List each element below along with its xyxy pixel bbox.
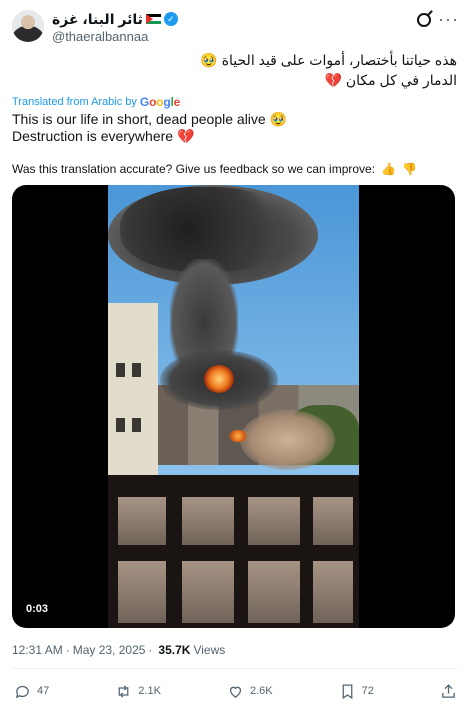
window-pane	[313, 561, 353, 623]
views-label: Views	[193, 643, 226, 657]
share-button[interactable]	[440, 683, 457, 700]
bookmark-button[interactable]: 72	[339, 683, 374, 700]
repost-icon	[118, 684, 129, 698]
fire-burst	[204, 365, 234, 393]
window-pane	[248, 561, 300, 623]
thumbs-up-icon[interactable]: 👍	[381, 162, 396, 176]
repost-count: 2.1K	[138, 685, 161, 697]
original-text-line-2: الدمار في كل مكان 💔	[324, 72, 457, 88]
tweet-translation: This is our life in short, dead people a…	[12, 111, 287, 145]
author-handle[interactable]: @thaeralbannaa	[52, 29, 178, 44]
fire-burst-small	[228, 430, 248, 442]
like-button[interactable]: 2.6K	[227, 683, 273, 700]
window-frame	[108, 475, 359, 628]
window	[116, 363, 125, 377]
grok-icon[interactable]	[417, 13, 431, 27]
post-time[interactable]: 12:31 AM	[12, 643, 63, 657]
video-time-badge: 0:03	[20, 601, 55, 617]
video-player[interactable]: 0:03	[12, 185, 455, 628]
translated-from-link[interactable]: Translated from Arabic by Google	[12, 95, 180, 109]
window	[132, 363, 141, 377]
dust-cloud	[240, 410, 335, 470]
thumbs-down-icon[interactable]: 👎	[402, 162, 417, 176]
reply-button[interactable]: 47	[14, 683, 49, 700]
window-pane	[118, 497, 166, 545]
bookmark-icon	[342, 683, 353, 699]
window-pane	[118, 561, 166, 623]
window-pane	[248, 497, 300, 545]
heart-icon	[229, 686, 242, 698]
palestine-flag-icon	[145, 14, 161, 24]
translation-line-2: Destruction is everywhere 💔	[12, 128, 195, 144]
window	[116, 418, 125, 432]
feedback-prompt: Was this translation accurate? Give us f…	[12, 162, 376, 176]
bookmark-count: 72	[361, 685, 374, 697]
verified-badge-icon[interactable]: ✓	[163, 12, 178, 26]
google-logo: Google	[139, 95, 181, 109]
original-text-line-1: هذه حياتنا بأختصار، أموات على قيد الحياة…	[200, 52, 457, 68]
reply-icon	[15, 685, 29, 698]
meta-separator: ·	[65, 643, 70, 657]
window-pane	[182, 497, 234, 545]
window-pane	[182, 561, 234, 623]
tweet-header: ثائر البنا، غزة ✓ @thaeralbannaa ···	[12, 10, 459, 46]
more-options-icon[interactable]: ···	[438, 10, 459, 28]
reply-count: 47	[37, 685, 50, 697]
window	[132, 418, 141, 432]
tweet-meta: 12:31 AM · May 23, 2025 · 35.7K Views	[12, 643, 225, 657]
views-count[interactable]: 35.7K	[158, 643, 190, 657]
divider	[12, 668, 459, 669]
tweet-original-text: هذه حياتنا بأختصار، أموات على قيد الحياة…	[12, 50, 457, 90]
video-frame	[108, 185, 359, 628]
like-count: 2.6K	[249, 685, 273, 697]
repost-button[interactable]: 2.1K	[115, 683, 161, 700]
window-pane	[313, 497, 353, 545]
post-date[interactable]: May 23, 2025	[73, 643, 146, 657]
action-bar: 47 2.1K 2.6K 72	[14, 681, 457, 701]
author-block: ثائر البنا، غزة ✓ @thaeralbannaa	[52, 10, 178, 44]
meta-separator: ·	[148, 643, 153, 657]
translation-line-1: This is our life in short, dead people a…	[12, 111, 288, 127]
name-row: ثائر البنا، غزة ✓	[52, 10, 178, 28]
share-icon	[442, 683, 455, 698]
avatar[interactable]	[12, 10, 44, 42]
translated-from-label: Translated from Arabic by	[12, 96, 137, 108]
translation-feedback: Was this translation accurate? Give us f…	[12, 162, 417, 176]
author-display-name[interactable]: ثائر البنا، غزة	[52, 11, 143, 28]
